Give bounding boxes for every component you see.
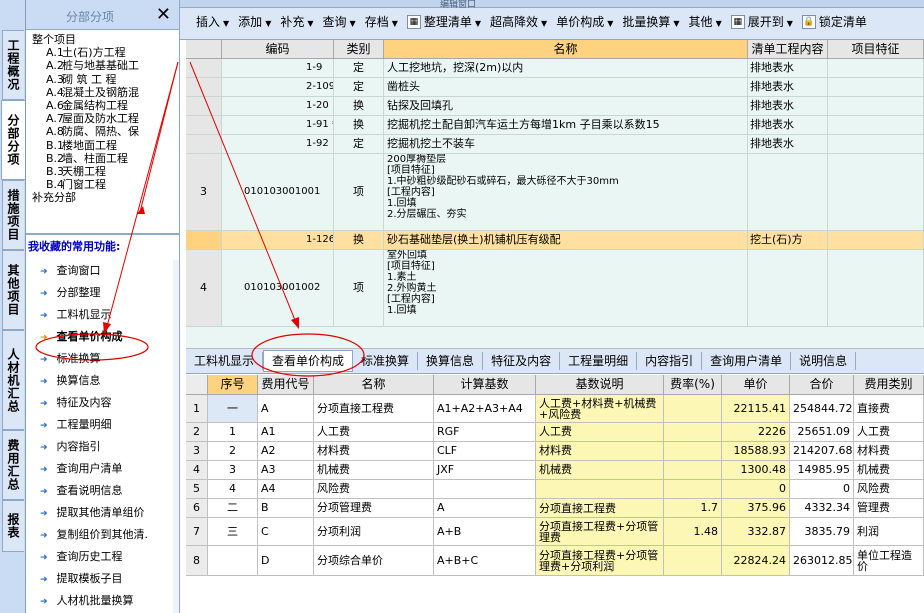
annotation-arrow xyxy=(189,61,298,326)
annotation-circle xyxy=(35,333,149,361)
annotation-arrow xyxy=(105,61,179,331)
annotation-arrowhead xyxy=(291,317,299,329)
red-annotations xyxy=(35,61,365,377)
annotation-circle xyxy=(251,333,365,377)
annotation-arrowhead xyxy=(103,322,111,334)
